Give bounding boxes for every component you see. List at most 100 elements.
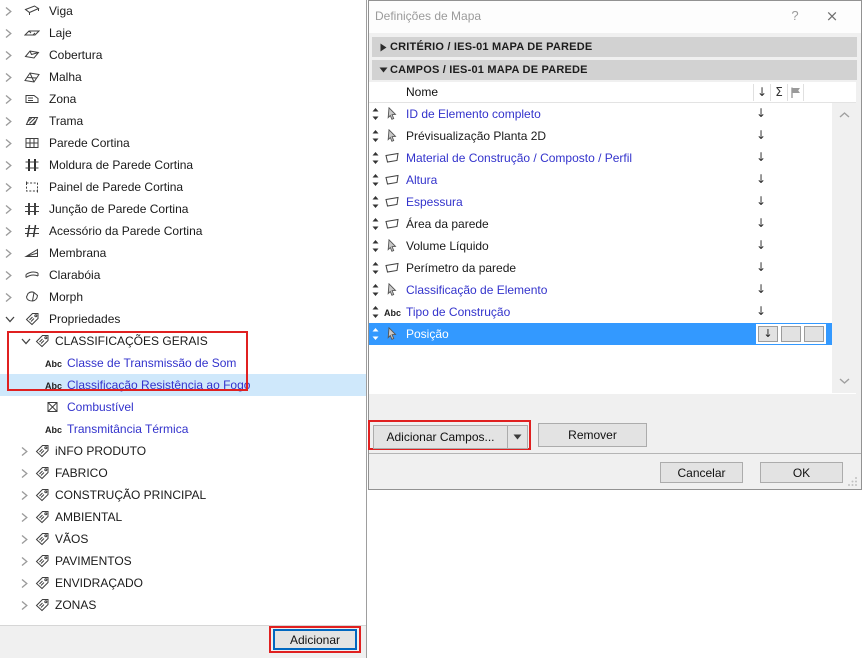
section-campos[interactable]: CAMPOS / IES-01 MAPA DE PAREDE — [372, 60, 857, 80]
row-sort-icon[interactable]: ↓ — [753, 128, 769, 142]
field-row-tipo-de-construcao[interactable]: Abc Tipo de Construção ↓ — [369, 301, 832, 323]
reorder-handle-icon[interactable] — [371, 327, 380, 341]
tree-item-viga[interactable]: Viga — [0, 0, 366, 22]
field-row-id-de-elemento-completo[interactable]: ID de Elemento completo ↓ — [369, 103, 832, 125]
chevron-right-icon[interactable] — [21, 600, 31, 611]
reorder-handle-icon[interactable] — [371, 129, 380, 143]
tree-item-classe-de-transmissao-de-som[interactable]: Abc Classe de Transmissão de Som — [0, 352, 366, 374]
close-icon[interactable]: × — [821, 6, 843, 26]
flag-icon[interactable] — [788, 84, 804, 101]
chevron-right-icon[interactable] — [5, 72, 15, 83]
row-sort-icon[interactable]: ↓ — [753, 304, 769, 318]
sum-icon[interactable]: Σ — [771, 84, 787, 101]
row-option-button[interactable] — [781, 326, 801, 342]
column-header-nome[interactable]: Nome — [406, 85, 438, 99]
chevron-right-icon[interactable] — [21, 578, 31, 589]
tree-item-claraboia[interactable]: Clarabóia — [0, 264, 366, 286]
adicionar-button[interactable]: Adicionar — [273, 629, 357, 650]
tree-item-morph[interactable]: Morph — [0, 286, 366, 308]
chevron-right-icon[interactable] — [5, 270, 15, 281]
scroll-up-icon[interactable] — [832, 107, 856, 123]
help-icon[interactable]: ? — [784, 6, 806, 26]
chevron-down-icon[interactable] — [21, 336, 31, 347]
chevron-right-icon[interactable] — [5, 50, 15, 61]
reorder-handle-icon[interactable] — [371, 283, 380, 297]
tree-item-zonas[interactable]: ZONAS — [0, 594, 366, 616]
tree-item-transmitancia-termica[interactable]: Abc Transmitância Térmica — [0, 418, 366, 440]
adicionar-campos-button[interactable]: Adicionar Campos... — [374, 426, 507, 448]
chevron-right-icon[interactable] — [5, 28, 15, 39]
field-row-espessura[interactable]: Espessura ↓ — [369, 191, 832, 213]
tree-item-malha[interactable]: Malha — [0, 66, 366, 88]
reorder-handle-icon[interactable] — [371, 217, 380, 231]
row-option-button[interactable] — [804, 326, 824, 342]
reorder-handle-icon[interactable] — [371, 305, 380, 319]
chevron-right-icon[interactable] — [21, 534, 31, 545]
section-criterio[interactable]: CRITÉRIO / IES-01 MAPA DE PAREDE — [372, 37, 857, 57]
tree-item-zona[interactable]: Zona — [0, 88, 366, 110]
reorder-handle-icon[interactable] — [371, 173, 380, 187]
row-sort-icon[interactable]: ↓ — [753, 194, 769, 208]
tree-item-painel-de-parede-cortina[interactable]: Painel de Parede Cortina — [0, 176, 366, 198]
chevron-right-icon[interactable] — [21, 512, 31, 523]
chevron-right-icon[interactable] — [21, 556, 31, 567]
chevron-right-icon[interactable] — [5, 116, 15, 127]
chevron-right-icon[interactable] — [21, 468, 31, 479]
chevron-right-icon[interactable] — [5, 226, 15, 237]
tree-item-envidracado[interactable]: ENVIDRAÇADO — [0, 572, 366, 594]
row-sort-icon[interactable]: ↓ — [753, 150, 769, 164]
remover-button[interactable]: Remover — [538, 423, 647, 447]
field-row-previsualizacao-planta-2d[interactable]: Prévisualização Planta 2D ↓ — [369, 125, 832, 147]
chevron-down-icon[interactable] — [5, 314, 15, 325]
cancelar-button[interactable]: Cancelar — [660, 462, 743, 483]
tree-item-acessorio-da-parede-cortina[interactable]: Acessório da Parede Cortina — [0, 220, 366, 242]
row-sort-button[interactable]: ↓ — [758, 326, 778, 342]
reorder-handle-icon[interactable] — [371, 107, 380, 121]
reorder-handle-icon[interactable] — [371, 195, 380, 209]
scroll-down-icon[interactable] — [832, 373, 856, 389]
field-row-classificacao-de-elemento[interactable]: Classificação de Elemento ↓ — [369, 279, 832, 301]
field-row-perimetro-da-parede[interactable]: Perímetro da parede ↓ — [369, 257, 832, 279]
reorder-handle-icon[interactable] — [371, 261, 380, 275]
tree-item-juncao-de-parede-cortina[interactable]: Junção de Parede Cortina — [0, 198, 366, 220]
tree-item-trama[interactable]: Trama — [0, 110, 366, 132]
tree-item-ambiental[interactable]: AMBIENTAL — [0, 506, 366, 528]
tree-item-propriedades[interactable]: Propriedades — [0, 308, 366, 330]
tree-item-combustivel[interactable]: Combustível — [0, 396, 366, 418]
tree-item-construcao-principal[interactable]: CONSTRUÇÃO PRINCIPAL — [0, 484, 366, 506]
reorder-handle-icon[interactable] — [371, 151, 380, 165]
row-sort-icon[interactable]: ↓ — [753, 238, 769, 252]
field-row-posicao[interactable]: Posição ↓ — [369, 323, 832, 345]
row-sort-icon[interactable]: ↓ — [753, 282, 769, 296]
chevron-right-icon[interactable] — [5, 138, 15, 149]
tree-item-moldura-de-parede-cortina[interactable]: Moldura de Parede Cortina — [0, 154, 366, 176]
field-row-volume-liquido[interactable]: Volume Líquido ↓ — [369, 235, 832, 257]
vertical-scrollbar[interactable] — [832, 103, 856, 393]
chevron-right-icon[interactable] — [21, 490, 31, 501]
chevron-right-icon[interactable] — [21, 446, 31, 457]
field-row-altura[interactable]: Altura ↓ — [369, 169, 832, 191]
chevron-right-icon[interactable] — [5, 160, 15, 171]
chevron-right-icon[interactable] — [5, 94, 15, 105]
chevron-right-icon[interactable] — [5, 292, 15, 303]
tree-item-membrana[interactable]: Membrana — [0, 242, 366, 264]
field-row-material-de-construcao-composto-perfil[interactable]: Material de Construção / Composto / Perf… — [369, 147, 832, 169]
chevron-right-icon[interactable] — [5, 6, 15, 17]
row-sort-icon[interactable]: ↓ — [753, 260, 769, 274]
adicionar-campos-dropdown-button[interactable] — [507, 426, 527, 448]
tree-item-vaos[interactable]: VÃOS — [0, 528, 366, 550]
chevron-right-icon[interactable] — [5, 204, 15, 215]
tree-item-fabrico[interactable]: FABRICO — [0, 462, 366, 484]
resize-grip[interactable] — [848, 476, 858, 486]
chevron-right-icon[interactable] — [5, 182, 15, 193]
tree-item-cobertura[interactable]: Cobertura — [0, 44, 366, 66]
row-sort-icon[interactable]: ↓ — [753, 172, 769, 186]
tree-item-pavimentos[interactable]: PAVIMENTOS — [0, 550, 366, 572]
field-row-area-da-parede[interactable]: Área da parede ↓ — [369, 213, 832, 235]
tree-item-laje[interactable]: Laje — [0, 22, 366, 44]
tree-item-classificacoes-gerais[interactable]: CLASSIFICAÇÕES GERAIS — [0, 330, 366, 352]
reorder-handle-icon[interactable] — [371, 239, 380, 253]
tree-item-parede-cortina[interactable]: Parede Cortina — [0, 132, 366, 154]
sort-descending-icon[interactable]: ↓ — [754, 84, 770, 101]
row-sort-icon[interactable]: ↓ — [753, 216, 769, 230]
